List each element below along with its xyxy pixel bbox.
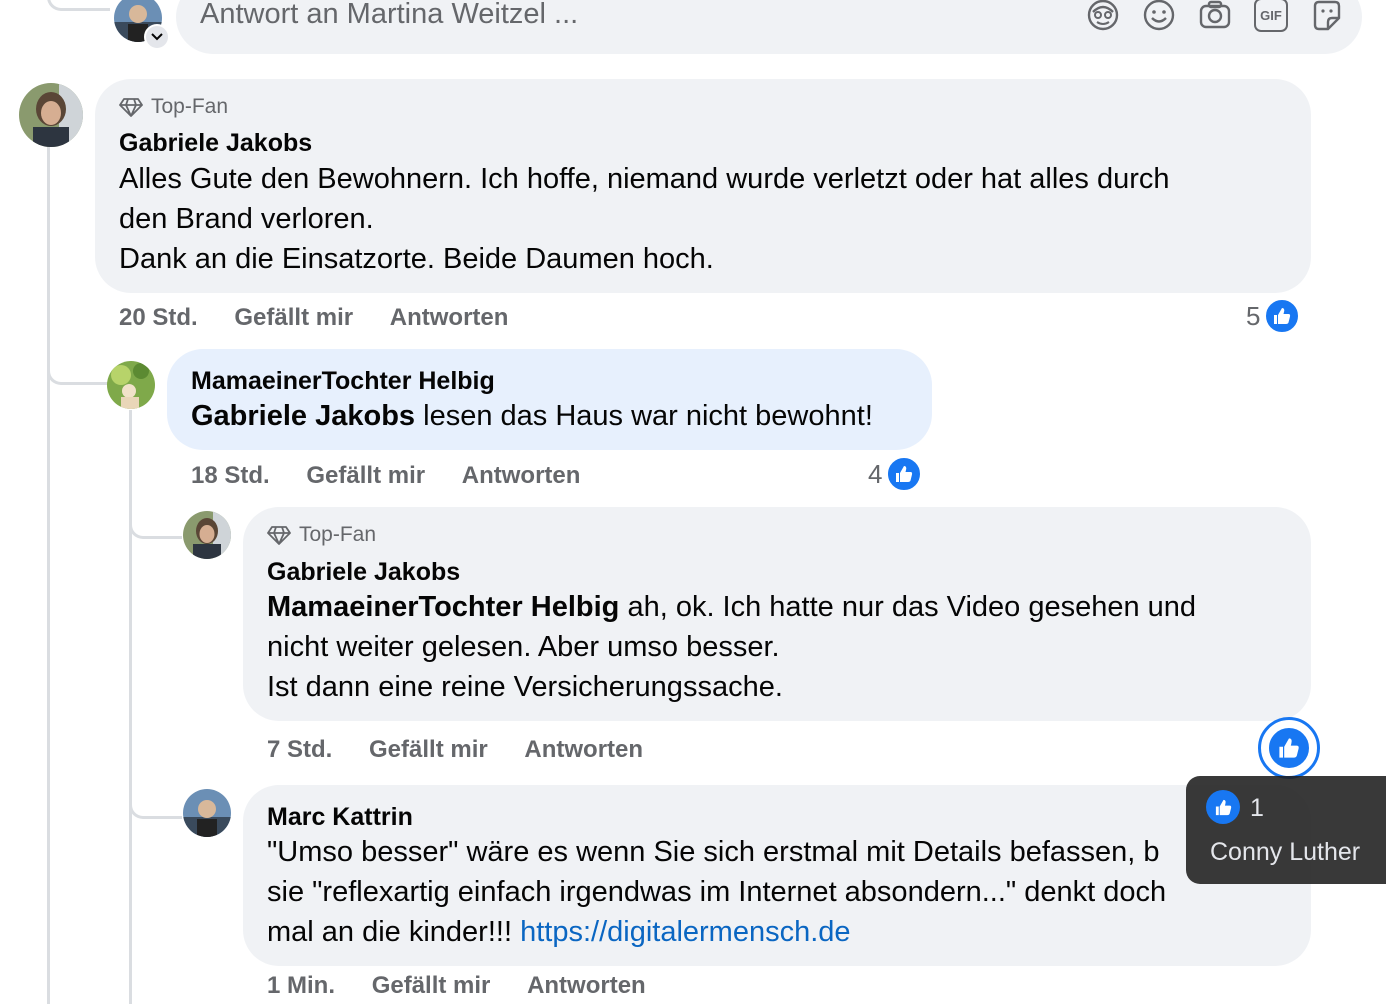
comment-actions: 18 Std. Gefällt mir Antworten: [191, 462, 580, 490]
focused-reaction-button[interactable]: [1258, 717, 1320, 779]
comment-line: sie "reflexartig einfach irgendwas im In…: [267, 876, 1167, 908]
reaction-summary[interactable]: 4: [868, 456, 923, 492]
comment-line: Alles Gute den Bewohnern. Ich hoffe, nie…: [119, 163, 1170, 195]
reaction-summary[interactable]: 5: [1246, 298, 1301, 334]
avatar[interactable]: [19, 83, 83, 147]
reply-button[interactable]: Antworten: [524, 736, 643, 763]
reply-button[interactable]: Antworten: [527, 972, 646, 999]
top-fan-badge: Top-Fan: [267, 523, 376, 547]
like-button[interactable]: Gefällt mir: [372, 972, 491, 999]
diamond-icon: [119, 98, 143, 117]
reply-input[interactable]: Antwort an Martina Weitzel ... GIF: [176, 0, 1362, 54]
comment-link[interactable]: https://digitalermensch.de: [520, 916, 850, 948]
like-reaction-icon: [1267, 726, 1311, 770]
comment-text: Alles Gute den Bewohnern. Ich hoffe, nie…: [119, 159, 1289, 279]
comment-author[interactable]: Marc Kattrin: [267, 803, 413, 832]
avatar[interactable]: [183, 511, 231, 559]
tooltip-name: Conny Luther: [1210, 838, 1361, 866]
reaction-count: 5: [1246, 300, 1261, 331]
comment-line: "Umso besser" wäre es wenn Sie sich erst…: [267, 836, 1160, 868]
comment-author[interactable]: Gabriele Jakobs: [267, 558, 460, 587]
avatar-sticker-icon[interactable]: [1086, 0, 1120, 32]
mention-link[interactable]: Gabriele Jakobs: [191, 400, 415, 432]
like-reaction-icon: [1264, 298, 1301, 334]
comment-body: ah, ok. Ich hatte nur das Video gesehen …: [619, 591, 1197, 623]
top-fan-badge: Top-Fan: [119, 95, 228, 119]
comment-text: "Umso besser" wäre es wenn Sie sich erst…: [267, 832, 1297, 952]
like-button[interactable]: Gefällt mir: [306, 462, 425, 489]
comment-text: MamaeinerTochter Helbig ah, ok. Ich hatt…: [267, 587, 1297, 707]
comment-line: Dank an die Einsatzorte. Beide Daumen ho…: [119, 243, 714, 275]
badge-label: Top-Fan: [299, 523, 377, 546]
reply-button[interactable]: Antworten: [390, 304, 509, 331]
comment-text: Gabriele Jakobs lesen das Haus war nicht…: [191, 396, 873, 436]
comment-actions: 1 Min. Gefällt mir Antworten: [267, 972, 646, 1000]
comment-body: mal an die kinder!!!: [267, 916, 521, 948]
diamond-icon: [267, 526, 291, 545]
like-reaction-icon: [886, 456, 923, 492]
comment-timestamp[interactable]: 1 Min.: [267, 972, 335, 999]
comment-line: Ist dann eine reine Versicherungssache.: [267, 671, 783, 703]
gif-label: GIF: [1260, 7, 1282, 23]
comment-timestamp[interactable]: 7 Std.: [267, 736, 332, 763]
comment-line: den Brand verloren.: [119, 203, 374, 235]
avatar[interactable]: [183, 789, 231, 837]
avatar[interactable]: [107, 361, 155, 409]
comment-timestamp[interactable]: 20 Std.: [119, 304, 198, 331]
emoji-icon[interactable]: [1142, 0, 1176, 32]
reply-input-placeholder: Antwort an Martina Weitzel ...: [200, 0, 579, 30]
avatar-dropdown-icon[interactable]: [144, 24, 170, 50]
camera-icon[interactable]: [1198, 0, 1232, 32]
comment-body: lesen das Haus war nicht bewohnt!: [415, 400, 873, 432]
comment-timestamp[interactable]: 18 Std.: [191, 462, 270, 489]
tooltip-count: 1: [1250, 794, 1264, 822]
like-reaction-icon: [1206, 790, 1240, 824]
gif-icon[interactable]: GIF: [1254, 0, 1288, 32]
sticker-icon[interactable]: [1310, 0, 1344, 32]
reply-button[interactable]: Antworten: [462, 462, 581, 489]
like-button[interactable]: Gefällt mir: [369, 736, 488, 763]
mention-link[interactable]: MamaeinerTochter Helbig: [267, 591, 619, 623]
comment-author[interactable]: Gabriele Jakobs: [119, 129, 312, 158]
comment-line: nicht weiter gelesen. Aber umso besser.: [267, 631, 780, 663]
comment-actions: 20 Std. Gefällt mir Antworten: [119, 304, 508, 332]
badge-label: Top-Fan: [151, 95, 229, 118]
reaction-tooltip: 1 Conny Luther: [1186, 776, 1386, 884]
comment-actions: 7 Std. Gefällt mir Antworten: [267, 736, 643, 764]
reaction-count: 4: [868, 458, 883, 489]
comment-author[interactable]: MamaeinerTochter Helbig: [191, 367, 495, 396]
like-button[interactable]: Gefällt mir: [234, 304, 353, 331]
